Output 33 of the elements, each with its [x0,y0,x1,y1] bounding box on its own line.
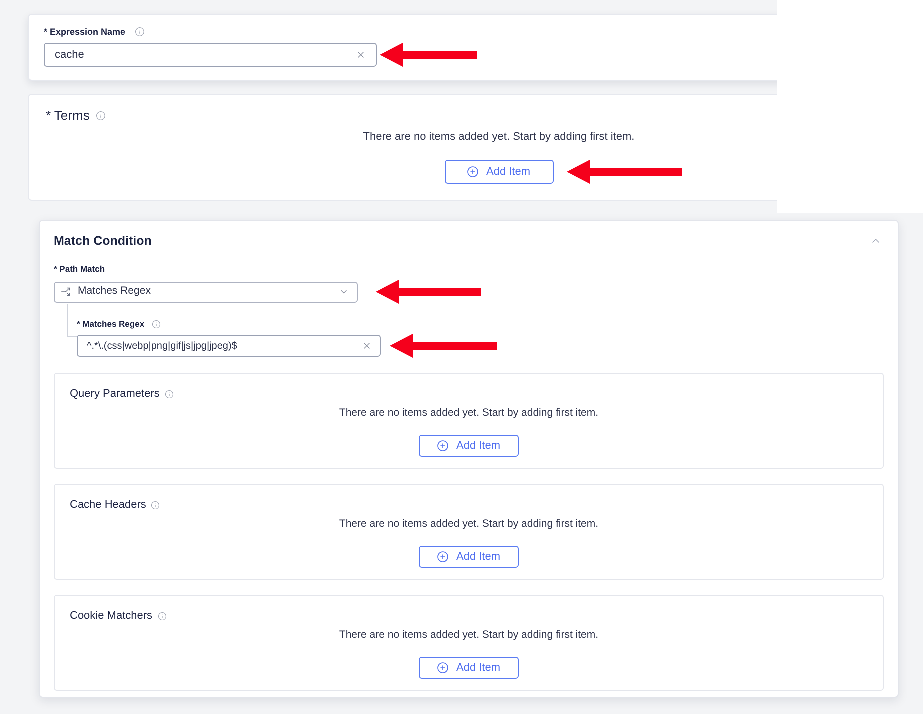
panel-title: Match Condition [54,234,152,248]
empty-state-text: There are no items added yet. Start by adding first item. [339,629,599,642]
field-label: * Matches Regex [77,319,145,329]
path-match-select[interactable]: Matches Regex [54,282,358,302]
section-title: Cookie Matchers [70,609,153,623]
add-item-button[interactable]: Add Item [444,160,554,184]
empty-state-text: There are no items added yet. Start by adding first item. [339,518,599,531]
section-title: Query Parameters [70,387,160,401]
empty-state-text: There are no items added yet. Start by adding first item. [339,407,599,420]
clear-icon[interactable] [362,341,372,351]
tree-connector-line [67,304,77,337]
plus-circle-icon [437,662,450,674]
section-title: Cache Headers [70,498,146,512]
field-label: * Expression Name [44,26,126,38]
expression-name-field[interactable]: cache [44,43,377,67]
info-icon [96,111,106,121]
add-item-button[interactable]: Add Item [419,546,519,568]
matches-regex-field[interactable]: ^.*\.(css|webp|png|gif|js|jpg|jpeg)$ [77,335,381,357]
info-icon [134,27,145,37]
add-item-button[interactable]: Add Item [419,435,519,457]
empty-state-text: There are no items added yet. Start by adding first item. [363,131,635,144]
split-arrow-icon [61,287,71,297]
plus-circle-icon [437,551,450,563]
add-item-button[interactable]: Add Item [419,657,519,679]
plus-circle-icon [437,440,450,452]
info-icon [151,500,160,510]
plus-circle-icon [467,166,480,178]
info-icon [158,612,167,620]
info-icon [152,320,161,328]
info-icon [164,390,174,398]
clear-icon[interactable] [356,50,366,60]
field-label: * Path Match [54,264,106,274]
section-title: * Terms [46,108,90,124]
